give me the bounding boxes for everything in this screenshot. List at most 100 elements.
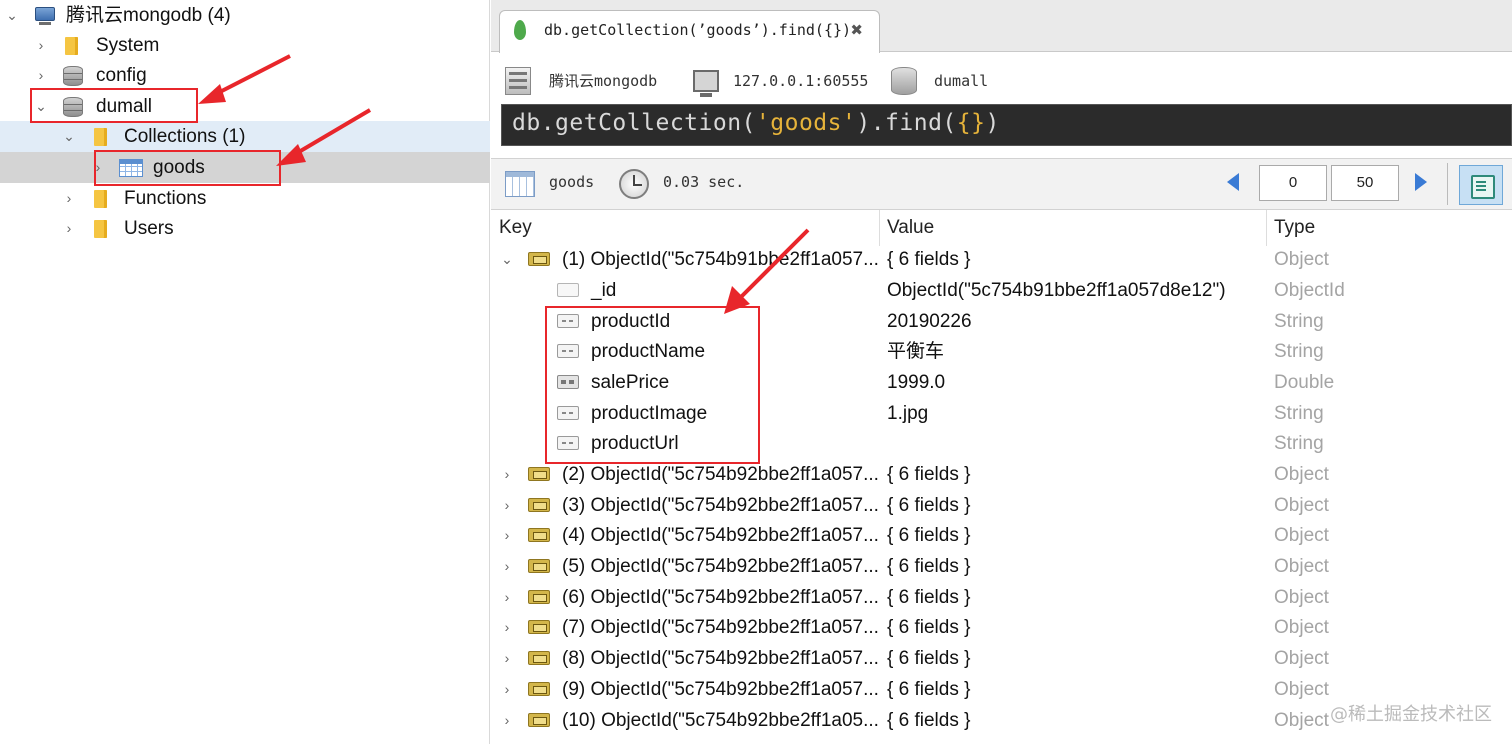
object-icon (528, 651, 550, 665)
row-value: { 6 fields } (887, 495, 971, 516)
tab-title: db.getCollection(’goods’).find({}) (544, 21, 852, 39)
column-header-value[interactable]: Value (887, 217, 934, 239)
object-icon (528, 498, 550, 512)
row-value: 20190226 (887, 311, 972, 332)
table-row[interactable]: › (5) ObjectId("5c754b92bbe2ff1a057... {… (491, 551, 1512, 582)
row-type: String (1274, 403, 1324, 424)
results-collection: goods (549, 173, 595, 191)
chevron-right-icon[interactable]: › (499, 705, 515, 736)
table-row[interactable]: › (4) ObjectId("5c754b92bbe2ff1a057... {… (491, 520, 1512, 551)
object-icon (528, 252, 550, 266)
table-row[interactable]: › (6) ObjectId("5c754b92bbe2ff1a057... {… (491, 582, 1512, 613)
tree-item-label: System (96, 35, 160, 56)
chevron-right-icon[interactable]: › (499, 582, 515, 613)
row-value: { 6 fields } (887, 587, 971, 608)
tree-item-label: Collections (1) (124, 126, 246, 147)
field-icon (557, 283, 579, 297)
tree-row-collections[interactable]: ⌄ Collections (1) (0, 121, 490, 152)
table-row[interactable]: › (8) ObjectId("5c754b92bbe2ff1a057... {… (491, 643, 1512, 674)
query-time: 0.03 sec. (663, 173, 745, 191)
row-key: (5) ObjectId("5c754b92bbe2ff1a057... (562, 556, 879, 577)
object-icon (528, 713, 550, 727)
row-key: _id (591, 280, 617, 301)
chevron-right-icon[interactable]: › (499, 643, 515, 674)
chevron-right-icon[interactable]: › (499, 520, 515, 551)
annotation-arrow-goods (276, 108, 372, 166)
query-panel: db.getCollection(’goods’).find({}) ✖ 腾讯云… (491, 0, 1512, 744)
chevron-right-icon[interactable]: › (499, 490, 515, 521)
row-value: { 6 fields } (887, 710, 971, 731)
query-text[interactable]: db.getCollection('goods').find({}) (512, 110, 1000, 136)
row-type: Object (1274, 556, 1329, 577)
page-size-input[interactable]: 50 (1331, 165, 1399, 201)
row-type: Double (1274, 372, 1335, 393)
column-header-type[interactable]: Type (1274, 217, 1315, 239)
tree-view-button[interactable] (1459, 165, 1503, 205)
row-type: String (1274, 311, 1324, 332)
row-value: { 6 fields } (887, 556, 971, 577)
chevron-right-icon[interactable]: › (499, 551, 515, 582)
row-value: { 6 fields } (887, 617, 971, 638)
chevron-down-icon[interactable]: ⌄ (4, 0, 20, 31)
row-value: { 6 fields } (887, 525, 971, 546)
chevron-right-icon[interactable]: › (33, 30, 49, 61)
connection-info-bar: 腾讯云mongodb 127.0.0.1:60555 dumall (491, 53, 1512, 105)
row-value: { 6 fields } (887, 679, 971, 700)
row-key: (3) ObjectId("5c754b92bbe2ff1a057... (562, 495, 879, 516)
row-type: String (1274, 341, 1324, 362)
row-type: Object (1274, 464, 1329, 485)
chevron-right-icon[interactable]: › (33, 60, 49, 91)
table-row[interactable]: _id ObjectId("5c754b91bbe2ff1a057d8e12")… (491, 275, 1512, 306)
folder-icon (94, 220, 107, 238)
row-type: Object (1274, 525, 1329, 546)
chevron-down-icon[interactable]: ⌄ (61, 121, 77, 152)
connection-tree: ⌄ 腾讯云mongodb (4) › System › config ⌄ dum… (0, 0, 490, 744)
tree-row-users[interactable]: › Users (0, 213, 490, 244)
chevron-right-icon[interactable]: › (499, 612, 515, 643)
connection-name: 腾讯云mongodb (549, 72, 658, 90)
chevron-right-icon[interactable]: › (61, 213, 77, 244)
column-divider[interactable] (879, 210, 880, 246)
chevron-right-icon[interactable]: › (61, 183, 77, 214)
collection-grid-icon (505, 171, 535, 197)
folder-icon (94, 128, 107, 146)
page-start-input[interactable]: 0 (1259, 165, 1327, 201)
column-header-key[interactable]: Key (499, 217, 532, 239)
chevron-right-icon[interactable]: › (499, 459, 515, 490)
object-icon (528, 590, 550, 604)
next-page-icon[interactable] (1415, 173, 1427, 191)
tab-query[interactable]: db.getCollection(’goods’).find({}) ✖ (499, 10, 880, 53)
chevron-down-icon[interactable]: ⌄ (499, 244, 515, 275)
row-key: (7) ObjectId("5c754b92bbe2ff1a057... (562, 617, 879, 638)
query-prefix: db.getCollection( (512, 110, 756, 136)
query-string: 'goods' (755, 110, 857, 136)
monitor-icon (693, 70, 719, 97)
previous-page-icon[interactable] (1227, 173, 1239, 191)
tree-row-server[interactable]: ⌄ 腾讯云mongodb (4) (0, 0, 490, 31)
database-icon (63, 66, 83, 86)
grid-header: Key Value Type (491, 210, 1512, 246)
row-value: ObjectId("5c754b91bbe2ff1a057d8e12") (887, 280, 1226, 301)
table-row[interactable]: › (3) ObjectId("5c754b92bbe2ff1a057... {… (491, 490, 1512, 521)
table-row[interactable]: › (7) ObjectId("5c754b92bbe2ff1a057... {… (491, 612, 1512, 643)
query-editor[interactable]: db.getCollection('goods').find({}) (501, 104, 1512, 146)
row-type: ObjectId (1274, 280, 1345, 301)
row-type: Object (1274, 710, 1329, 731)
chevron-right-icon[interactable]: › (499, 674, 515, 705)
column-divider[interactable] (1266, 210, 1267, 246)
table-row[interactable]: ⌄ (1) ObjectId("5c754b91bbe2ff1a057... {… (491, 244, 1512, 275)
clock-icon (619, 169, 649, 199)
row-type: Object (1274, 587, 1329, 608)
tree-row-functions[interactable]: › Functions (0, 183, 490, 214)
connection-host: 127.0.0.1:60555 (733, 72, 869, 90)
row-type: Object (1274, 648, 1329, 669)
close-icon[interactable]: ✖ (850, 21, 863, 39)
results-grid: Key Value Type ⌄ (1) ObjectId("5c754b91b… (491, 210, 1512, 744)
object-icon (528, 559, 550, 573)
folder-icon (94, 190, 107, 208)
row-type: Object (1274, 249, 1329, 270)
toolbar-divider (1447, 163, 1448, 205)
results-toolbar: goods 0.03 sec. 0 50 (491, 158, 1512, 210)
folder-icon (65, 37, 78, 55)
row-value: 平衡车 (887, 341, 945, 362)
